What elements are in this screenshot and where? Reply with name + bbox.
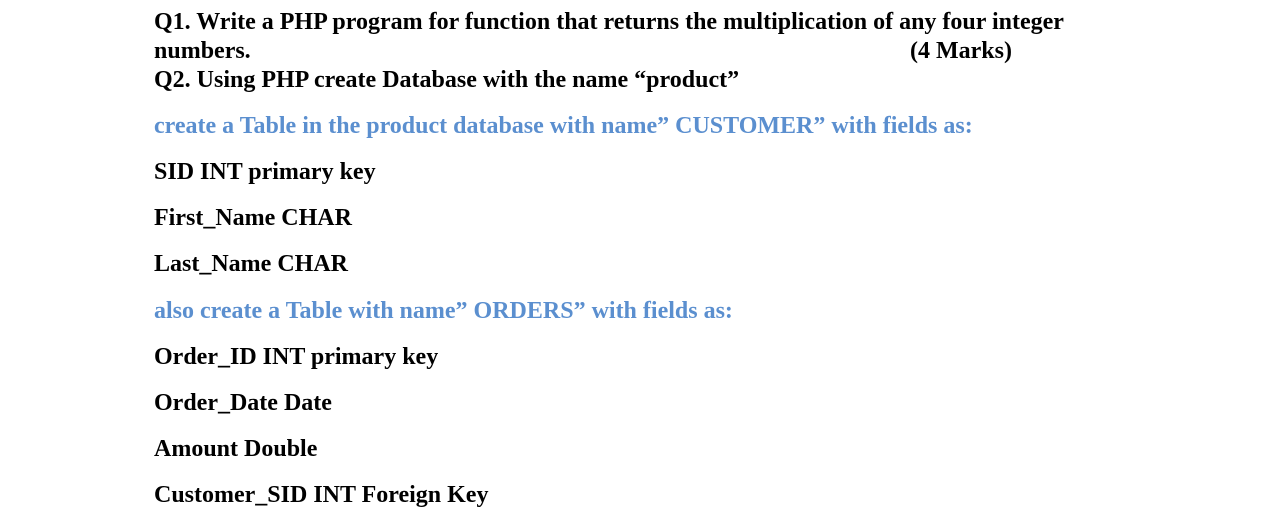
customer-field: Last_Name CHAR (154, 251, 348, 277)
orders-table-instruction: also create a Table with name” ORDERS” w… (154, 298, 733, 324)
customer-field: First_Name CHAR (154, 205, 352, 231)
orders-field: Amount Double (154, 436, 318, 462)
q1-text-line2: numbers. (154, 38, 251, 64)
q2-heading: Q2. Using PHP create Database with the n… (154, 67, 740, 93)
orders-field: Order_ID INT primary key (154, 344, 439, 370)
orders-field: Customer_SID INT Foreign Key (154, 482, 489, 508)
customer-table-instruction: create a Table in the product database w… (154, 113, 973, 139)
customer-field: SID INT primary key (154, 159, 376, 185)
orders-field: Order_Date Date (154, 390, 332, 416)
q1-marks: (4 Marks) (910, 38, 1012, 64)
q1-text-line1: Q1. Write a PHP program for function tha… (154, 9, 1064, 35)
